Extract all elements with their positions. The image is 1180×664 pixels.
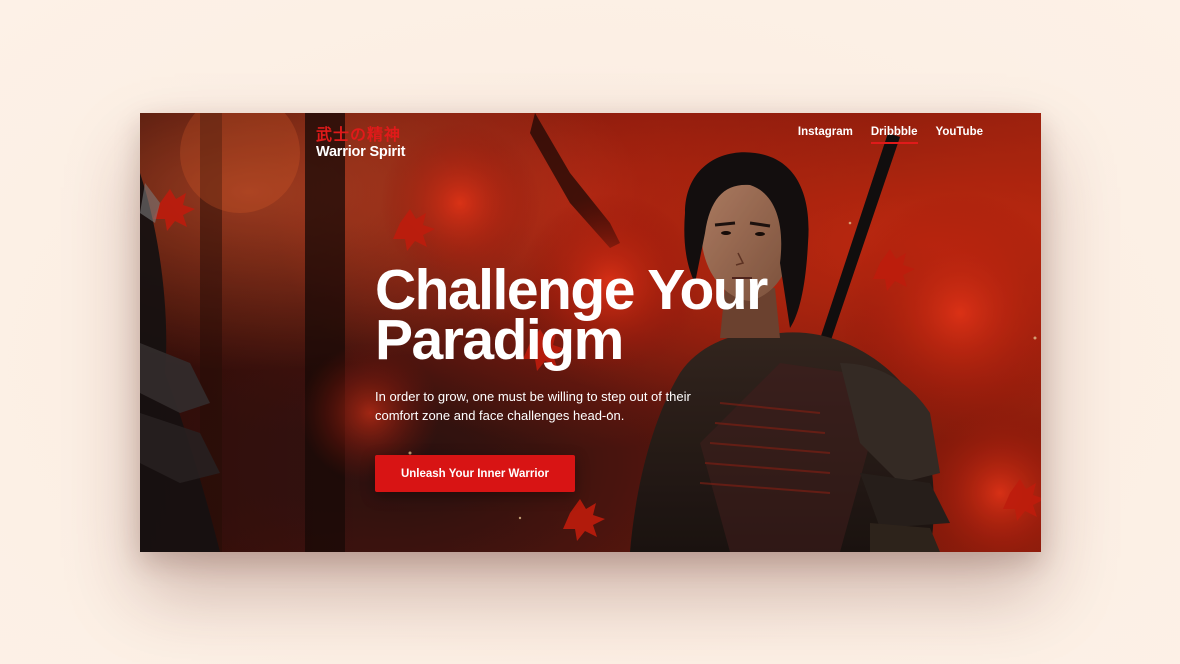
nav-link-instagram[interactable]: Instagram — [798, 126, 853, 144]
hero-subtitle: In order to grow, one must be willing to… — [375, 389, 691, 423]
cta-button[interactable]: Unleash Your Inner Warrior — [375, 455, 575, 492]
hero-section: 武士の精神 Warrior Spirit Instagram Dribbble … — [140, 113, 1041, 552]
hero-headline-line-2: Paradigm — [375, 308, 624, 372]
brand-logo[interactable]: 武士の精神 Warrior Spirit — [316, 125, 406, 161]
brand-name: Warrior Spirit — [316, 144, 406, 160]
page-background: 武士の精神 Warrior Spirit Instagram Dribbble … — [0, 0, 1180, 664]
nav-link-dribbble[interactable]: Dribbble — [870, 126, 918, 144]
brand-kanji: 武士の精神 — [316, 125, 402, 144]
hero-headline: Challenge Your Paradigm — [375, 262, 845, 369]
top-nav: Instagram Dribbble YouTube — [798, 126, 983, 144]
nav-link-youtube[interactable]: YouTube — [936, 126, 983, 144]
